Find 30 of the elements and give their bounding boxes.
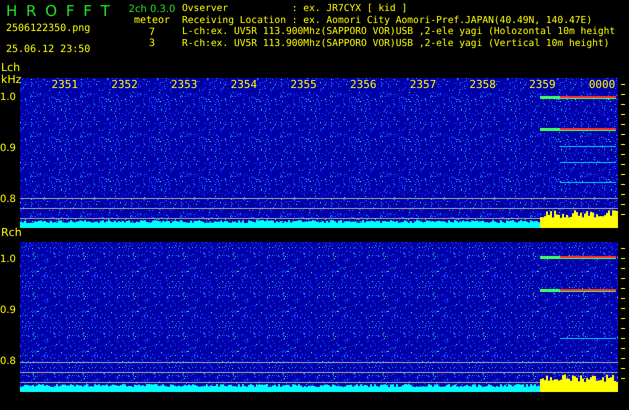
time-label: 2351 [52,79,78,91]
frequency-label: 0.8 [0,194,16,206]
station-info-line: L-ch:ex. UV5R 113.900Mhz(SAPPORO VOR)USB ,2-ele yagi (Holozontal 10m height [182,26,616,38]
frequency-label: 1.0 [0,92,16,104]
unit-label: kHz [1,74,22,86]
frequency-label: 0.8 [0,356,16,368]
frequency-label: 1.0 [0,254,16,266]
time-label: 2354 [230,79,258,91]
timestamp: 25.06.12 23:50 [6,44,92,55]
channel-label: Rch [1,227,22,239]
station-info-line: Receiving Location : ex. Aomori City Aomori-Pref.JAPAN(40.49N, 140.47E) [182,14,594,26]
station-info-line: R-ch:ex. UV5R 113.900Mhz(SAPPORO VOR)USB ,2-ele yagi (Vertical 10m height) [182,38,610,49]
meteor-label: meteor [134,15,170,27]
channel-label: Lch [1,62,20,74]
time-label: 0000 [588,79,616,91]
time-label: 2356 [350,79,376,91]
meteor-count: 3 [148,38,156,49]
time-label: 2359 [529,79,556,91]
time-label: 2355 [290,79,317,91]
app-title: H R O F F T [6,2,111,20]
frequency-label: 0.9 [0,143,16,155]
file-name: 2506122350.png [6,23,92,34]
time-label: 2358 [469,79,496,91]
time-label: 2357 [410,79,436,91]
frequency-label: 0.9 [0,305,16,317]
time-label: 2353 [170,79,198,91]
meteor-count: 7 [148,27,156,38]
version-label: 2ch 0.3.0 [128,4,176,15]
station-info-line: Ovserver : ex. JR7CYX [ kid ] [182,3,408,14]
time-label: 2352 [111,79,138,91]
